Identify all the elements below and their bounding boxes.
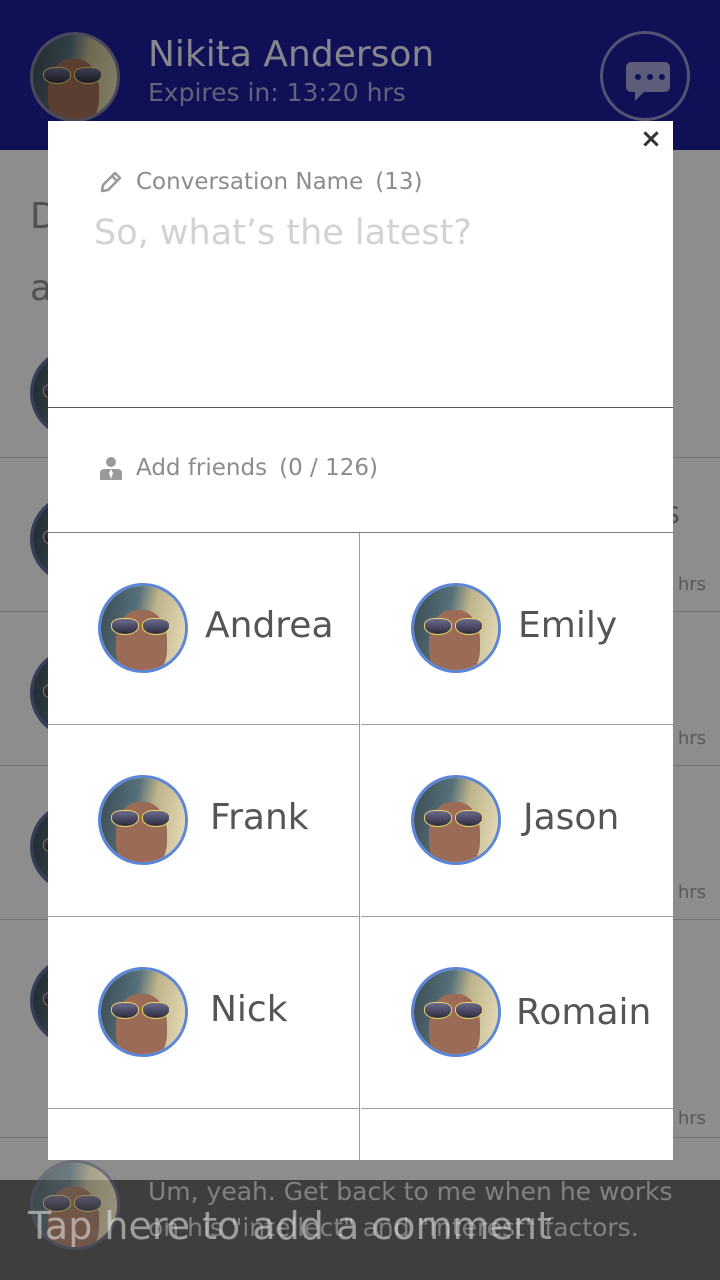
conversation-name-label: Conversation Name (13) <box>98 169 422 195</box>
friend-item[interactable]: Frank <box>48 725 360 917</box>
close-icon[interactable]: × <box>637 125 665 153</box>
friend-item[interactable] <box>48 1109 360 1160</box>
friend-name: Nick <box>210 989 288 1030</box>
friend-item[interactable]: Andrea <box>48 533 360 725</box>
friend-name: Frank <box>210 797 309 838</box>
new-conversation-dialog: × Conversation Name (13) Add friends (0 … <box>48 121 673 1160</box>
divider <box>48 407 673 408</box>
friend-item[interactable]: Jason <box>361 725 673 917</box>
avatar <box>411 583 501 673</box>
friend-item[interactable] <box>361 1109 673 1160</box>
friend-item[interactable]: Nick <box>48 917 360 1109</box>
avatar <box>98 583 188 673</box>
friend-name: Andrea <box>205 605 334 646</box>
add-friends-text: Add friends <box>136 455 268 481</box>
avatar <box>98 967 188 1057</box>
pencil-icon <box>100 171 122 193</box>
add-friends-count: (0 / 126) <box>279 455 378 481</box>
friend-item[interactable]: Emily <box>361 533 673 725</box>
user-icon <box>100 457 122 480</box>
friend-name: Romain <box>516 992 652 1033</box>
conversation-name-input[interactable] <box>94 213 634 253</box>
avatar <box>98 775 188 865</box>
friend-name: Emily <box>518 605 618 646</box>
conversation-name-text: Conversation Name <box>136 169 364 195</box>
friend-item[interactable]: Romain <box>361 917 673 1109</box>
comment-bar[interactable]: Um, yeah. Get back to me when he works o… <box>0 1160 720 1280</box>
conversation-name-count: (13) <box>375 169 423 195</box>
comment-input[interactable]: Tap here to add a comment <box>28 1204 552 1248</box>
add-friends-label: Add friends (0 / 126) <box>98 455 378 481</box>
avatar <box>411 775 501 865</box>
avatar <box>411 967 501 1057</box>
friend-name: Jason <box>523 797 620 838</box>
